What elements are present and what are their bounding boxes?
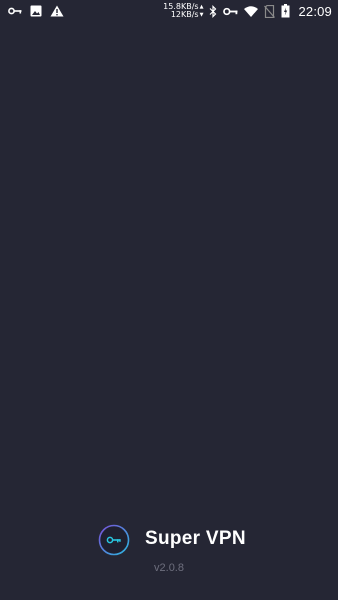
download-arrow-icon: ▲: [199, 4, 204, 10]
upload-arrow-icon: ▼: [199, 12, 204, 18]
key-in-circle-icon: [98, 524, 130, 556]
splash-screen: 15.8KB/s ▲ 12KB/s ▼ 22:09 Super VPN v2.0…: [0, 0, 338, 600]
app-branding: Super VPN: [0, 524, 338, 560]
battery-icon: [281, 4, 290, 18]
vpn-key-icon: [223, 7, 238, 16]
no-sim-icon: [264, 4, 276, 18]
system-status-icons: 15.8KB/s ▲ 12KB/s ▼ 22:09: [163, 2, 332, 20]
bluetooth-icon: [209, 4, 217, 18]
image-icon: [30, 5, 42, 17]
vpn-key-icon: [8, 7, 22, 15]
network-speed: 15.8KB/s ▲ 12KB/s ▼: [163, 3, 203, 19]
status-clock: 22:09: [298, 3, 332, 19]
wifi-icon: [244, 5, 259, 17]
app-name: Super VPN: [145, 528, 246, 549]
app-version: v2.0.8: [154, 562, 184, 574]
notification-icons: [8, 4, 64, 18]
warning-icon: [50, 5, 64, 17]
status-bar: 15.8KB/s ▲ 12KB/s ▼ 22:09: [0, 0, 338, 22]
upload-speed: 12KB/s: [170, 10, 199, 19]
